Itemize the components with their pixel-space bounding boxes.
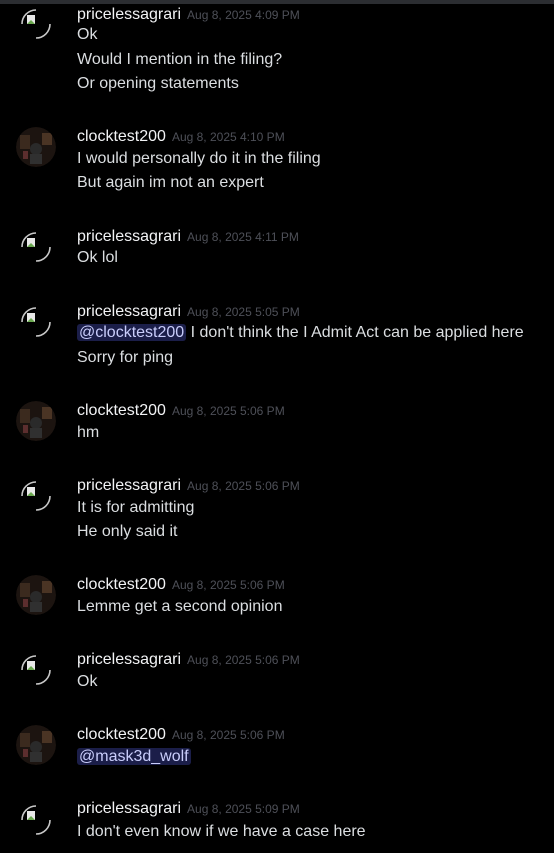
top-divider bbox=[0, 0, 554, 4]
broken-image-icon bbox=[21, 232, 51, 262]
photo-avatar bbox=[16, 575, 56, 615]
message-text: Ok bbox=[77, 673, 98, 690]
username[interactable]: clocktest200 bbox=[77, 128, 166, 145]
username[interactable]: pricelessagrari bbox=[77, 477, 181, 494]
photo-avatar bbox=[16, 725, 56, 765]
timestamp: Aug 8, 2025 5:09 PM bbox=[187, 802, 300, 816]
username[interactable]: clocktest200 bbox=[77, 402, 166, 419]
timestamp: Aug 8, 2025 5:06 PM bbox=[187, 479, 300, 493]
timestamp: Aug 8, 2025 5:06 PM bbox=[187, 653, 300, 667]
message-text: He only said it bbox=[77, 523, 178, 540]
broken-image-icon bbox=[21, 805, 51, 835]
username[interactable]: pricelessagrari bbox=[77, 651, 181, 668]
timestamp: Aug 8, 2025 4:11 PM bbox=[187, 230, 299, 244]
avatar[interactable] bbox=[16, 800, 56, 840]
avatar[interactable] bbox=[16, 575, 56, 615]
broken-image-icon bbox=[21, 481, 51, 511]
username[interactable]: pricelessagrari bbox=[77, 228, 181, 245]
avatar[interactable] bbox=[16, 4, 56, 44]
photo-avatar bbox=[16, 127, 56, 167]
username[interactable]: pricelessagrari bbox=[77, 303, 181, 320]
broken-image-icon bbox=[21, 307, 51, 337]
avatar[interactable] bbox=[16, 725, 56, 765]
message-text-rest: I don't think the I Admit Act can be app… bbox=[186, 324, 524, 341]
message-text: @mask3d_wolf bbox=[77, 748, 191, 766]
timestamp: Aug 8, 2025 5:06 PM bbox=[171, 728, 285, 742]
message-text: Sorry for ping bbox=[77, 349, 174, 366]
avatar[interactable] bbox=[16, 476, 56, 516]
timestamp: Aug 8, 2025 5:06 PM bbox=[171, 404, 285, 418]
message-text: I don't even know if we have a case here bbox=[77, 823, 366, 840]
username[interactable]: pricelessagrari bbox=[77, 800, 181, 817]
avatar[interactable] bbox=[16, 127, 56, 167]
avatar[interactable] bbox=[16, 401, 56, 441]
message-text: hm bbox=[77, 424, 100, 441]
avatar[interactable] bbox=[16, 650, 56, 690]
message-text: Ok lol bbox=[77, 249, 118, 266]
message-text: I would personally do it in the filing bbox=[77, 150, 321, 167]
timestamp: Aug 8, 2025 5:06 PM bbox=[171, 578, 285, 592]
username[interactable]: pricelessagrari bbox=[77, 6, 181, 23]
username[interactable]: clocktest200 bbox=[77, 726, 166, 743]
message-text: It is for admitting bbox=[77, 499, 195, 516]
message-text: Ok bbox=[77, 26, 98, 43]
broken-image-icon bbox=[21, 9, 51, 39]
message-text: But again im not an expert bbox=[77, 174, 264, 191]
username[interactable]: clocktest200 bbox=[77, 576, 166, 593]
message-text: Would I mention in the filing? bbox=[77, 51, 283, 68]
photo-avatar bbox=[16, 401, 56, 441]
user-mention[interactable]: @clocktest200 bbox=[77, 324, 187, 341]
avatar[interactable] bbox=[16, 302, 56, 342]
message-text: Or opening statements bbox=[77, 75, 239, 92]
broken-image-icon bbox=[21, 655, 51, 685]
timestamp: Aug 8, 2025 5:05 PM bbox=[187, 305, 300, 319]
message-text: Lemme get a second opinion bbox=[77, 598, 283, 615]
timestamp: Aug 8, 2025 4:09 PM bbox=[187, 8, 300, 22]
user-mention[interactable]: @mask3d_wolf bbox=[77, 748, 191, 765]
timestamp: Aug 8, 2025 4:10 PM bbox=[171, 130, 285, 144]
message-text: @clocktest200 I don't think the I Admit … bbox=[77, 324, 524, 342]
avatar[interactable] bbox=[16, 227, 56, 267]
